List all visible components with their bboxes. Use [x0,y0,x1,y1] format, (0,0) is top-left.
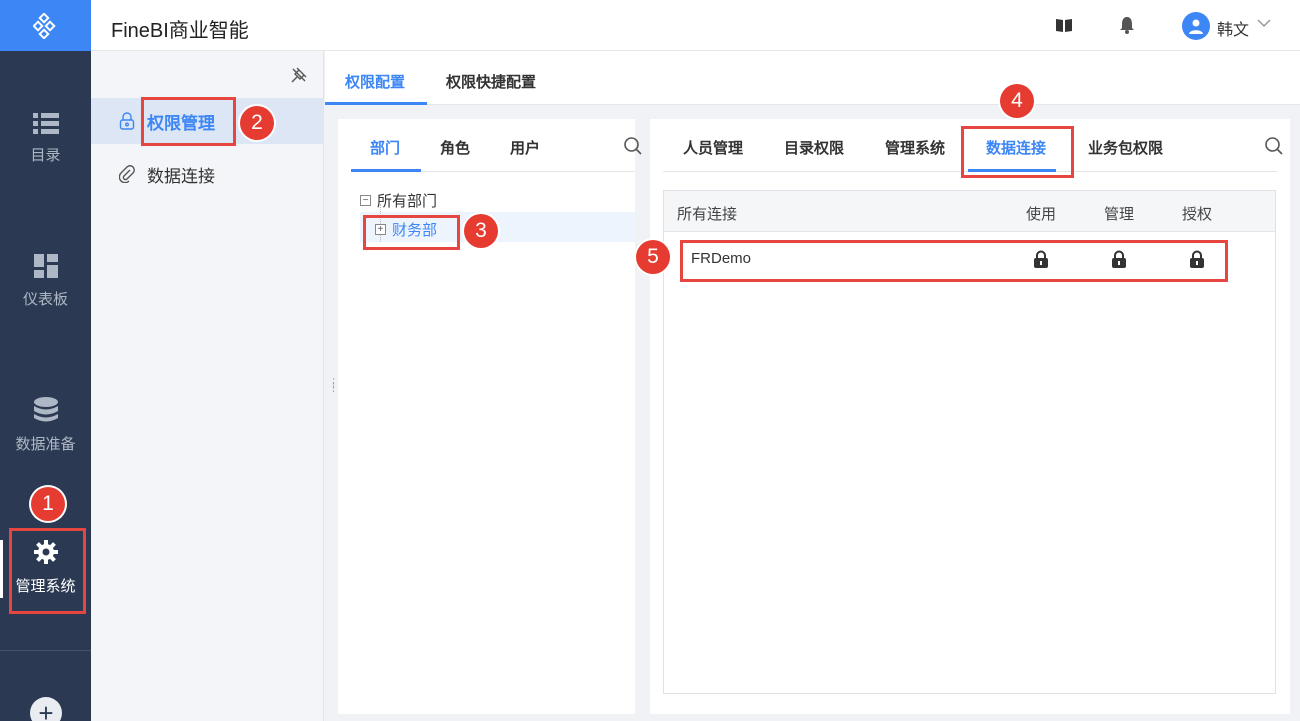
column-header-use: 使用 [1026,206,1057,223]
left-splitter-handle[interactable]: ⋮ ⋮ [328,378,339,394]
app-title: FineBI商业智能 [111,20,249,42]
app-logo[interactable] [0,0,91,51]
add-button[interactable]: + [30,697,62,721]
tab-underline [325,102,427,105]
tab-role[interactable]: 角色 [440,137,470,158]
bell-icon[interactable] [1119,16,1135,34]
annotation-badge-3: 3 [464,214,498,248]
highlight-box-2 [141,97,236,146]
sub-sidebar: 权限管理 数据连接 [91,51,324,721]
sidebar-item-data-connection[interactable]: 数据连接 [91,151,324,197]
nav-item-data-prep[interactable]: 数据准备 [0,397,91,454]
dashboard-icon [33,254,58,278]
tab-management-system[interactable]: 管理系统 [885,137,945,158]
nav-item-catalog[interactable]: 目录 [0,112,91,165]
tab-department[interactable]: 部门 [370,137,400,158]
highlight-box-5 [680,240,1228,282]
nav-label-dashboard: 仪表板 [22,291,68,308]
annotation-badge-1: 1 [31,487,65,521]
logo-icon [32,12,56,39]
collapse-icon[interactable]: − [360,195,371,206]
column-header-manage: 管理 [1104,206,1135,223]
tree-node-all-departments[interactable]: − 所有部门 [360,190,437,211]
tab-user[interactable]: 用户 [510,137,540,158]
tab-underline [351,169,421,172]
tab-catalog-permission[interactable]: 目录权限 [784,137,844,158]
sidebar-item-label: 数据连接 [147,166,215,186]
column-header-connections: 所有连接 [677,206,738,223]
column-header-grant: 授权 [1182,206,1213,223]
search-icon[interactable] [623,136,643,156]
tab-permission-quick-config[interactable]: 权限快捷配置 [446,71,536,92]
user-icon [1189,19,1203,34]
plus-icon: + [38,698,54,721]
org-panel: 部门 角色 用户 − 所有部门 + 财务部 [338,119,642,714]
highlight-box-3 [363,215,460,250]
top-header: FineBI商业智能 韩文 [91,0,1300,51]
highlight-box-4 [961,126,1074,178]
highlight-box-1 [9,528,86,614]
tab-business-package-permission[interactable]: 业务包权限 [1088,137,1163,158]
user-name[interactable]: 韩文 [1217,16,1249,40]
search-icon[interactable] [1264,136,1284,156]
paperclip-icon [119,165,135,183]
permission-tabs: 权限配置 权限快捷配置 [325,51,1300,105]
tab-personnel-management[interactable]: 人员管理 [683,137,743,158]
org-tabs: 部门 角色 用户 [351,119,642,172]
tree-node-label: 所有部门 [377,193,438,210]
nav-divider [0,650,91,651]
tab-permission-config[interactable]: 权限配置 [345,71,405,92]
nav-label-data-prep: 数据准备 [15,436,76,453]
permission-panel: 人员管理 目录权限 管理系统 数据连接 业务包权限 所有连接 使用 管理 授权 … [650,119,1290,714]
table-header: 所有连接 使用 管理 授权 [664,191,1275,232]
annotation-badge-2: 2 [240,106,274,140]
annotation-badge-5: 5 [636,240,670,274]
list-icon [32,113,59,134]
chevron-down-icon[interactable] [1257,19,1271,28]
nav-label-catalog: 目录 [30,147,61,164]
pin-icon[interactable] [290,66,308,84]
annotation-badge-4: 4 [1000,84,1034,118]
avatar[interactable] [1182,12,1210,40]
database-icon [33,397,58,422]
main-content: 权限配置 权限快捷配置 部门 角色 用户 − 所有部门 + 财务部 ⋮⋮ ⋮⋮ … [325,51,1300,721]
lock-icon [119,112,135,130]
book-icon[interactable] [1055,17,1073,33]
nav-item-dashboard[interactable]: 仪表板 [0,254,91,309]
